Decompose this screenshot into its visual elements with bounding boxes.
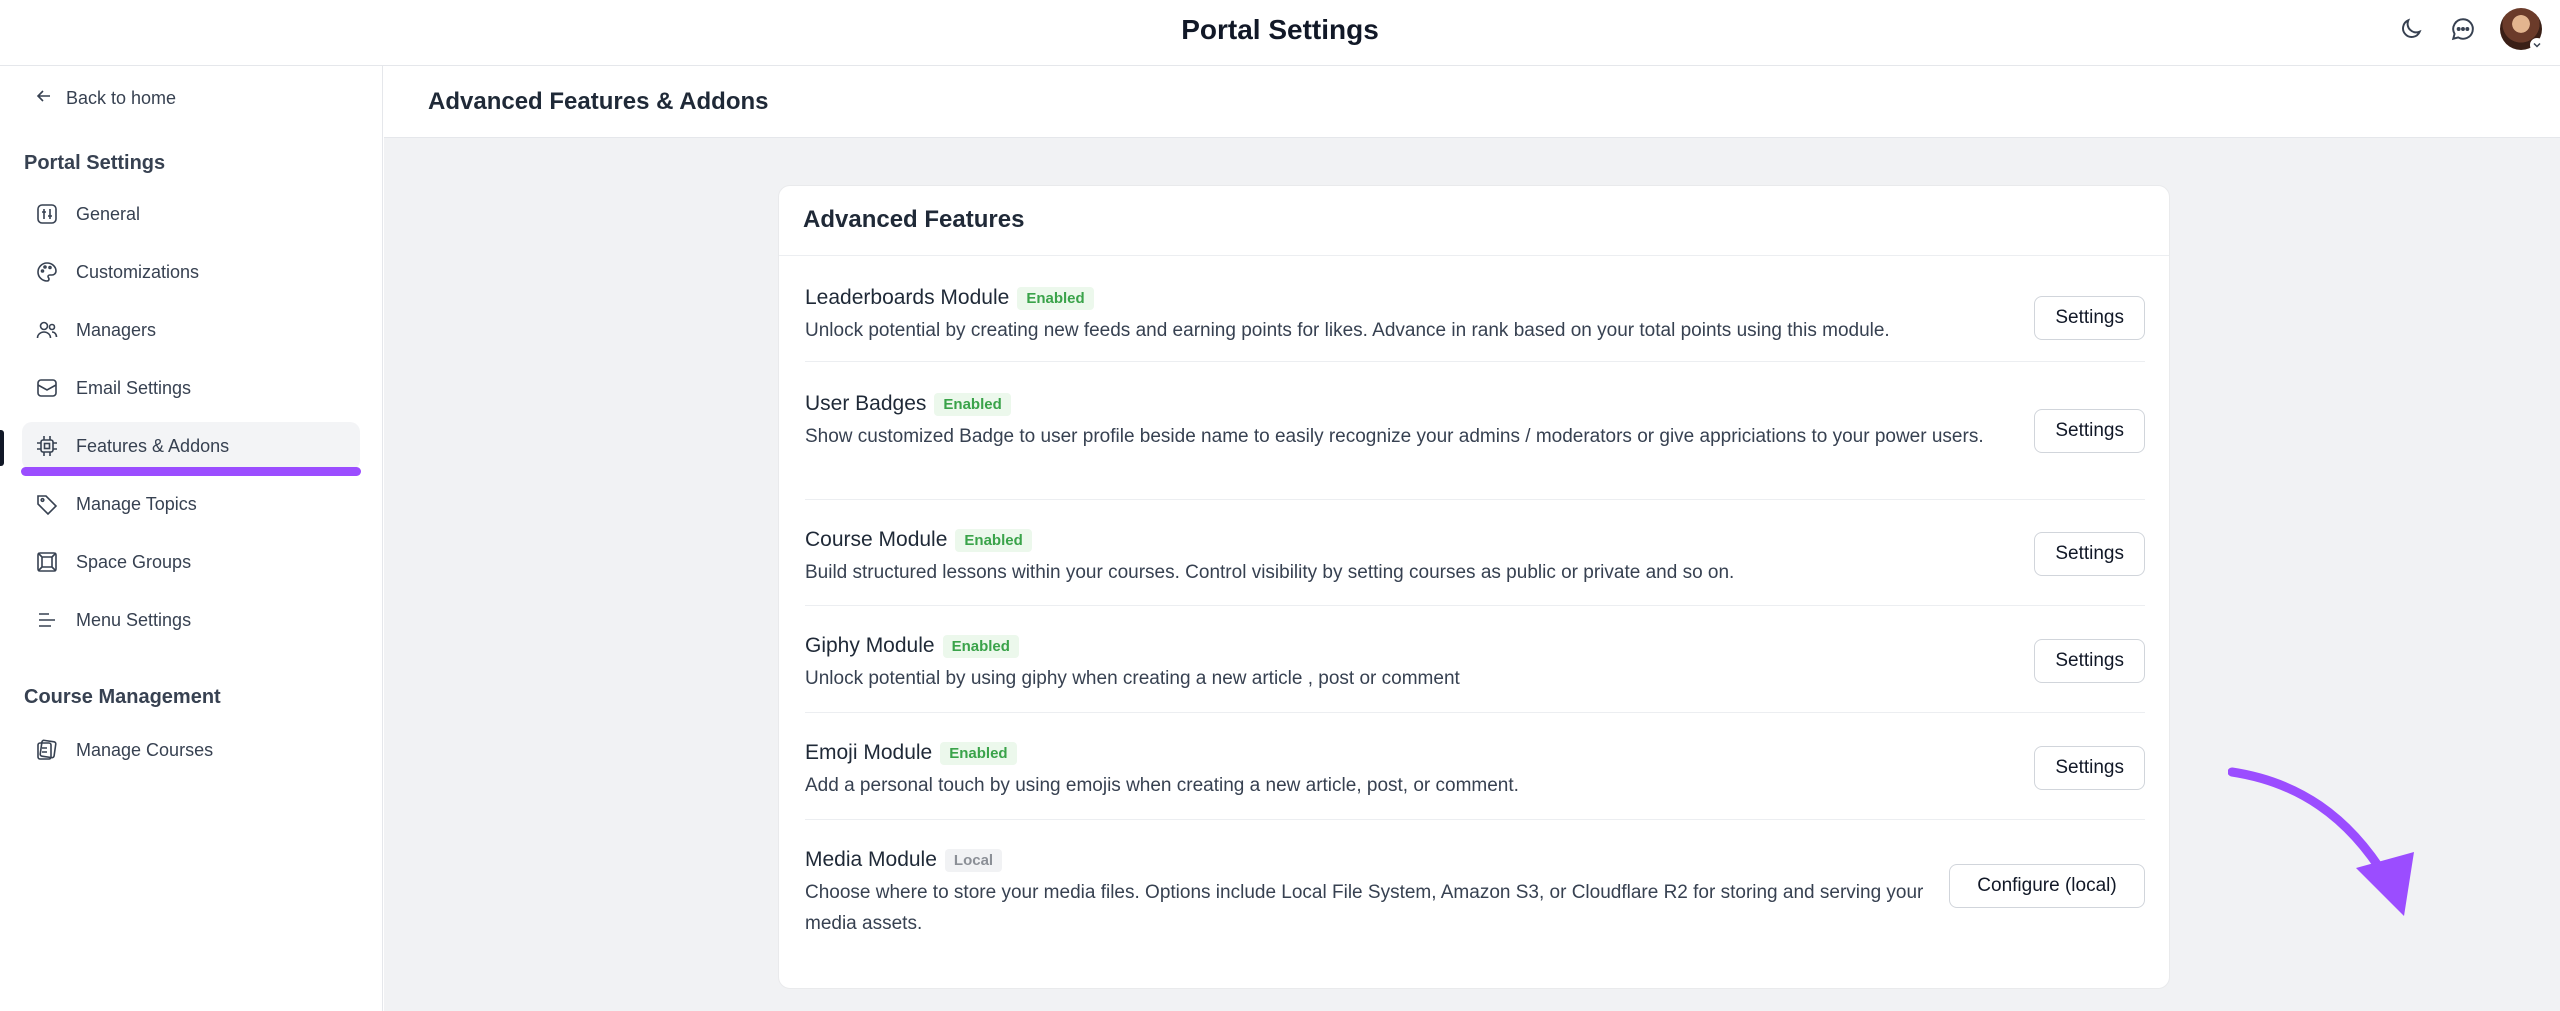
chat-icon[interactable] bbox=[2448, 14, 2478, 44]
status-badge: Enabled bbox=[1017, 286, 1094, 310]
avatar[interactable] bbox=[2500, 8, 2544, 52]
giphy-settings-button[interactable]: Settings bbox=[2034, 639, 2145, 683]
back-label: Back to home bbox=[66, 88, 177, 108]
sidebar-item-label: Features & Addons bbox=[76, 435, 230, 456]
status-badge: Enabled bbox=[942, 634, 1019, 658]
sidebar: Back to home Portal Settings General Cus… bbox=[0, 66, 383, 1011]
module-row-course: Course Module Enabled Build structured l… bbox=[805, 500, 2145, 606]
section-title-course-management: Course Management bbox=[24, 686, 221, 708]
sidebar-item-label: Menu Settings bbox=[76, 609, 192, 630]
tag-icon bbox=[34, 491, 60, 517]
main-content: Advanced Features & Addons Advanced Feat… bbox=[384, 66, 2560, 1011]
advanced-features-card: Advanced Features Leaderboards Module En… bbox=[778, 185, 2170, 989]
moon-icon[interactable] bbox=[2396, 14, 2426, 44]
module-title: Leaderboards Module Enabled bbox=[805, 286, 1094, 310]
module-row-media: Media Module Local Choose where to store… bbox=[805, 820, 2145, 950]
sidebar-item-email-settings[interactable]: Email Settings bbox=[22, 364, 360, 412]
sidebar-item-menu-settings[interactable]: Menu Settings bbox=[22, 596, 360, 644]
header-actions bbox=[2396, 8, 2544, 52]
arrow-left-icon bbox=[36, 88, 52, 109]
module-title: Media Module Local bbox=[805, 848, 1003, 872]
module-title: Giphy Module Enabled bbox=[805, 634, 1019, 658]
module-title: Emoji Module Enabled bbox=[805, 741, 1017, 765]
sidebar-item-managers[interactable]: Managers bbox=[22, 306, 360, 354]
sidebar-item-label: Manage Courses bbox=[76, 739, 214, 760]
main-header: Advanced Features & Addons bbox=[384, 66, 2560, 138]
highlight-underline bbox=[21, 467, 361, 476]
module-name: Media Module bbox=[805, 848, 937, 871]
courses-icon bbox=[34, 737, 60, 763]
mail-icon bbox=[34, 375, 60, 401]
module-name: Leaderboards Module bbox=[805, 286, 1010, 309]
card-header: Advanced Features bbox=[779, 186, 2169, 256]
module-title: User Badges Enabled bbox=[805, 392, 1011, 416]
leaderboards-settings-button[interactable]: Settings bbox=[2034, 296, 2145, 340]
menu-icon bbox=[34, 607, 60, 633]
emoji-settings-button[interactable]: Settings bbox=[2034, 746, 2145, 790]
status-badge: Enabled bbox=[940, 741, 1017, 765]
module-row-emoji: Emoji Module Enabled Add a personal touc… bbox=[805, 713, 2145, 820]
module-name: Course Module bbox=[805, 528, 948, 551]
status-badge: Local bbox=[944, 848, 1003, 872]
section-title-portal-settings: Portal Settings bbox=[24, 152, 166, 174]
sidebar-item-label: Managers bbox=[76, 319, 157, 340]
general-icon bbox=[34, 201, 60, 227]
sidebar-item-features-addons[interactable]: Features & Addons bbox=[22, 422, 360, 470]
sidebar-item-label: Customizations bbox=[76, 261, 200, 282]
users-icon bbox=[34, 317, 60, 343]
page-title: Advanced Features & Addons bbox=[428, 88, 769, 115]
sidebar-item-label: Manage Topics bbox=[76, 493, 197, 514]
sidebar-item-manage-courses[interactable]: Manage Courses bbox=[22, 726, 360, 774]
annotation-arrow bbox=[2228, 767, 2414, 916]
course-settings-button[interactable]: Settings bbox=[2034, 532, 2145, 576]
back-to-home-link[interactable]: Back to home bbox=[36, 88, 176, 109]
card-title: Advanced Features bbox=[803, 206, 1025, 233]
module-description: Unlock potential by creating new feeds a… bbox=[805, 320, 1890, 341]
module-name: User Badges bbox=[805, 392, 927, 415]
chip-icon bbox=[34, 433, 60, 459]
sidebar-item-label: Email Settings bbox=[76, 377, 192, 398]
sidebar-item-space-groups[interactable]: Space Groups bbox=[22, 538, 360, 586]
module-description: Build structured lessons within your cou… bbox=[805, 562, 1735, 583]
top-bar: Portal Settings bbox=[0, 0, 2560, 66]
module-description: Choose where to store your media files. … bbox=[805, 882, 1924, 934]
page-header-title: Portal Settings bbox=[1181, 14, 1379, 45]
sidebar-item-customizations[interactable]: Customizations bbox=[22, 248, 360, 296]
sidebar-item-label: Space Groups bbox=[76, 551, 192, 572]
user-badges-settings-button[interactable]: Settings bbox=[2034, 409, 2145, 453]
chevron-down-icon bbox=[2530, 38, 2544, 52]
status-badge: Enabled bbox=[934, 392, 1011, 416]
module-name: Giphy Module bbox=[805, 634, 935, 657]
module-row-giphy: Giphy Module Enabled Unlock potential by… bbox=[805, 606, 2145, 713]
sidebar-item-general[interactable]: General bbox=[22, 190, 360, 238]
status-badge: Enabled bbox=[955, 528, 1032, 552]
configure-local-button[interactable]: Configure (local) bbox=[1949, 864, 2145, 908]
palette-icon bbox=[34, 259, 60, 285]
module-description: Unlock potential by using giphy when cre… bbox=[805, 668, 1460, 689]
sidebar-item-label: General bbox=[76, 203, 141, 224]
module-name: Emoji Module bbox=[805, 741, 933, 764]
group-icon bbox=[34, 549, 60, 575]
module-title: Course Module Enabled bbox=[805, 528, 1032, 552]
module-row-user-badges: User Badges Enabled Show customized Badg… bbox=[805, 362, 2145, 500]
module-description: Show customized Badge to user profile be… bbox=[805, 426, 1984, 447]
module-row-leaderboards: Leaderboards Module Enabled Unlock poten… bbox=[805, 256, 2145, 362]
module-description: Add a personal touch by using emojis whe… bbox=[805, 775, 1519, 796]
sidebar-item-manage-topics[interactable]: Manage Topics bbox=[22, 480, 360, 528]
active-indicator bbox=[0, 430, 4, 466]
